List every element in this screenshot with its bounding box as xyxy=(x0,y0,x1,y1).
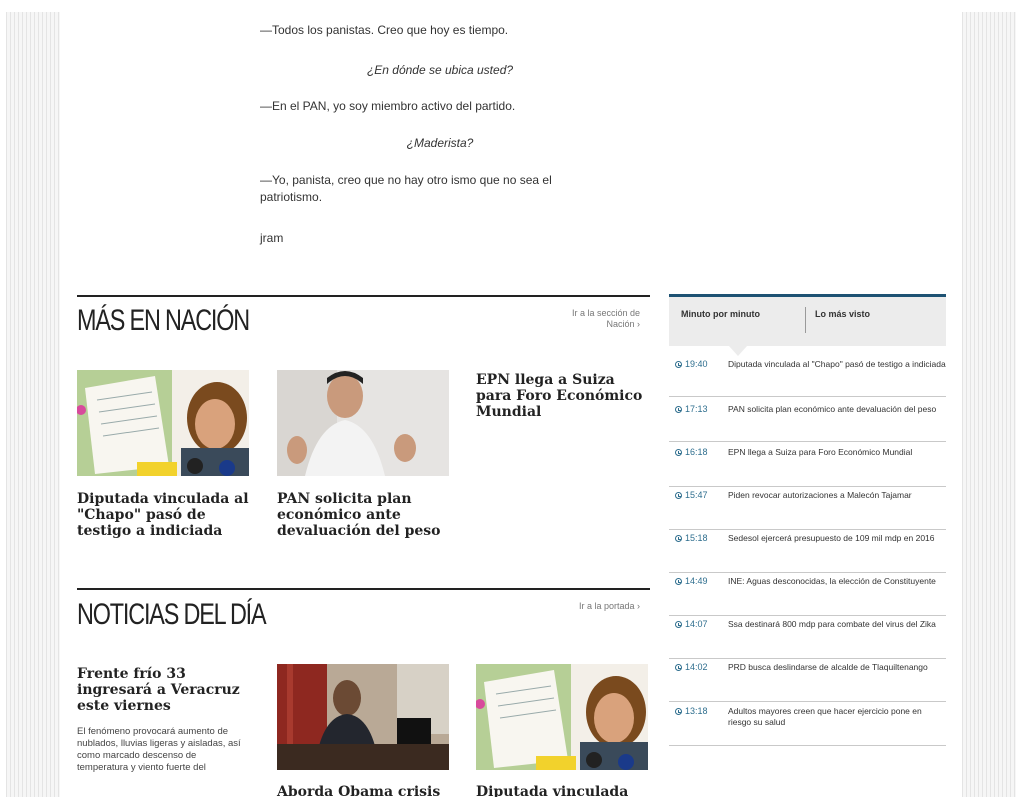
clock-icon xyxy=(675,449,682,456)
feed-text: Adultos mayores creen que hacer ejercici… xyxy=(728,706,922,727)
tab-lo-mas-visto[interactable]: Lo más visto xyxy=(815,309,870,319)
feed-time: 13:18 xyxy=(675,706,708,716)
news-thumbnail[interactable] xyxy=(77,370,249,476)
feed-time: 14:07 xyxy=(675,619,708,629)
active-tab-pointer xyxy=(729,346,747,356)
article-question: ¿Maderista? xyxy=(406,136,474,150)
tab-divider xyxy=(805,307,806,333)
news-thumbnail[interactable] xyxy=(476,664,648,770)
right-page-border xyxy=(962,12,1016,797)
feed-time: 15:47 xyxy=(675,490,708,500)
news-headline[interactable]: Diputada vinculada al "Chapo" pasó de te… xyxy=(77,491,252,539)
section-divider xyxy=(77,295,650,297)
feed-item[interactable]: 15:47 Piden revocar autorizaciones a Mal… xyxy=(669,490,946,530)
tab-minuto-por-minuto[interactable]: Minuto por minuto xyxy=(681,309,760,319)
feed-text: Piden revocar autorizaciones a Malecón T… xyxy=(728,490,912,500)
section-link-portada[interactable]: Ir a la portada › xyxy=(545,601,640,612)
feed-item[interactable]: 19:40 Diputada vinculada al "Chapo" pasó… xyxy=(669,359,946,397)
clock-icon xyxy=(675,361,682,368)
section-divider xyxy=(77,588,650,590)
feed-text: PAN solicita plan económico ante devalua… xyxy=(728,404,937,414)
feed-item[interactable]: 15:18 Sedesol ejercerá presupuesto de 10… xyxy=(669,533,946,573)
feed-time: 19:40 xyxy=(675,359,708,369)
feed-text: Sedesol ejercerá presupuesto de 109 mil … xyxy=(728,533,935,543)
feed-text: Ssa destinará 800 mdp para combate del v… xyxy=(728,619,936,629)
clock-icon xyxy=(675,406,682,413)
section-title-nacion: MÁS EN NACIÓN xyxy=(77,304,250,337)
feed-item[interactable]: 14:07 Ssa destinará 800 mdp para combate… xyxy=(669,619,946,659)
feed-item[interactable]: 14:49 INE: Aguas desconocidas, la elecci… xyxy=(669,576,946,616)
news-thumbnail[interactable] xyxy=(277,370,449,476)
news-summary: El fenómeno provocará aumento de nublado… xyxy=(77,726,241,773)
feed-item[interactable]: 13:18 Adultos mayores creen que hacer ej… xyxy=(669,706,946,746)
clock-icon xyxy=(675,664,682,671)
news-thumbnail[interactable] xyxy=(277,664,449,770)
article-paragraph: —En el PAN, yo soy miembro activo del pa… xyxy=(260,99,516,113)
news-headline[interactable]: EPN llega a Suiza para Foro Económico Mu… xyxy=(476,372,648,420)
news-headline[interactable]: PAN solicita plan económico ante devalua… xyxy=(277,491,452,539)
article-question: ¿En dónde se ubica usted? xyxy=(366,63,514,77)
left-page-border xyxy=(6,12,60,797)
clock-icon xyxy=(675,621,682,628)
sidebar-tabs: Minuto por minuto Lo más visto xyxy=(669,294,946,356)
news-headline[interactable]: Aborda Obama crisis xyxy=(277,784,452,797)
feed-time: 15:18 xyxy=(675,533,708,543)
section-link-nacion[interactable]: Ir a la sección de Nación › xyxy=(545,308,640,330)
feed-item[interactable]: 16:18 EPN llega a Suiza para Foro Económ… xyxy=(669,447,946,487)
feed-text: Diputada vinculada al "Chapo" pasó de te… xyxy=(728,359,946,369)
article-paragraph: —Yo, panista, creo que no hay otro ismo … xyxy=(260,173,552,204)
clock-icon xyxy=(675,492,682,499)
news-headline[interactable]: Diputada vinculada xyxy=(476,784,648,797)
feed-item[interactable]: 14:02 PRD busca deslindarse de alcalde d… xyxy=(669,662,946,702)
article-signature: jram xyxy=(260,231,284,245)
clock-icon xyxy=(675,708,682,715)
feed-text: PRD busca deslindarse de alcalde de Tlaq… xyxy=(728,662,928,672)
feed-item[interactable]: 17:13 PAN solicita plan económico ante d… xyxy=(669,404,946,442)
feed-time: 16:18 xyxy=(675,447,708,457)
clock-icon xyxy=(675,535,682,542)
section-title-noticias: NOTICIAS DEL DÍA xyxy=(77,598,267,631)
feed-time: 14:02 xyxy=(675,662,708,672)
news-headline[interactable]: Frente frío 33 ingresará a Veracruz este… xyxy=(77,666,252,714)
feed-text: EPN llega a Suiza para Foro Económico Mu… xyxy=(728,447,913,457)
feed-text: INE: Aguas desconocidas, la elección de … xyxy=(728,576,936,586)
article-paragraph: —Todos los panistas. Creo que hoy es tie… xyxy=(260,23,509,37)
clock-icon xyxy=(675,578,682,585)
feed-time: 14:49 xyxy=(675,576,708,586)
feed-time: 17:13 xyxy=(675,404,708,414)
